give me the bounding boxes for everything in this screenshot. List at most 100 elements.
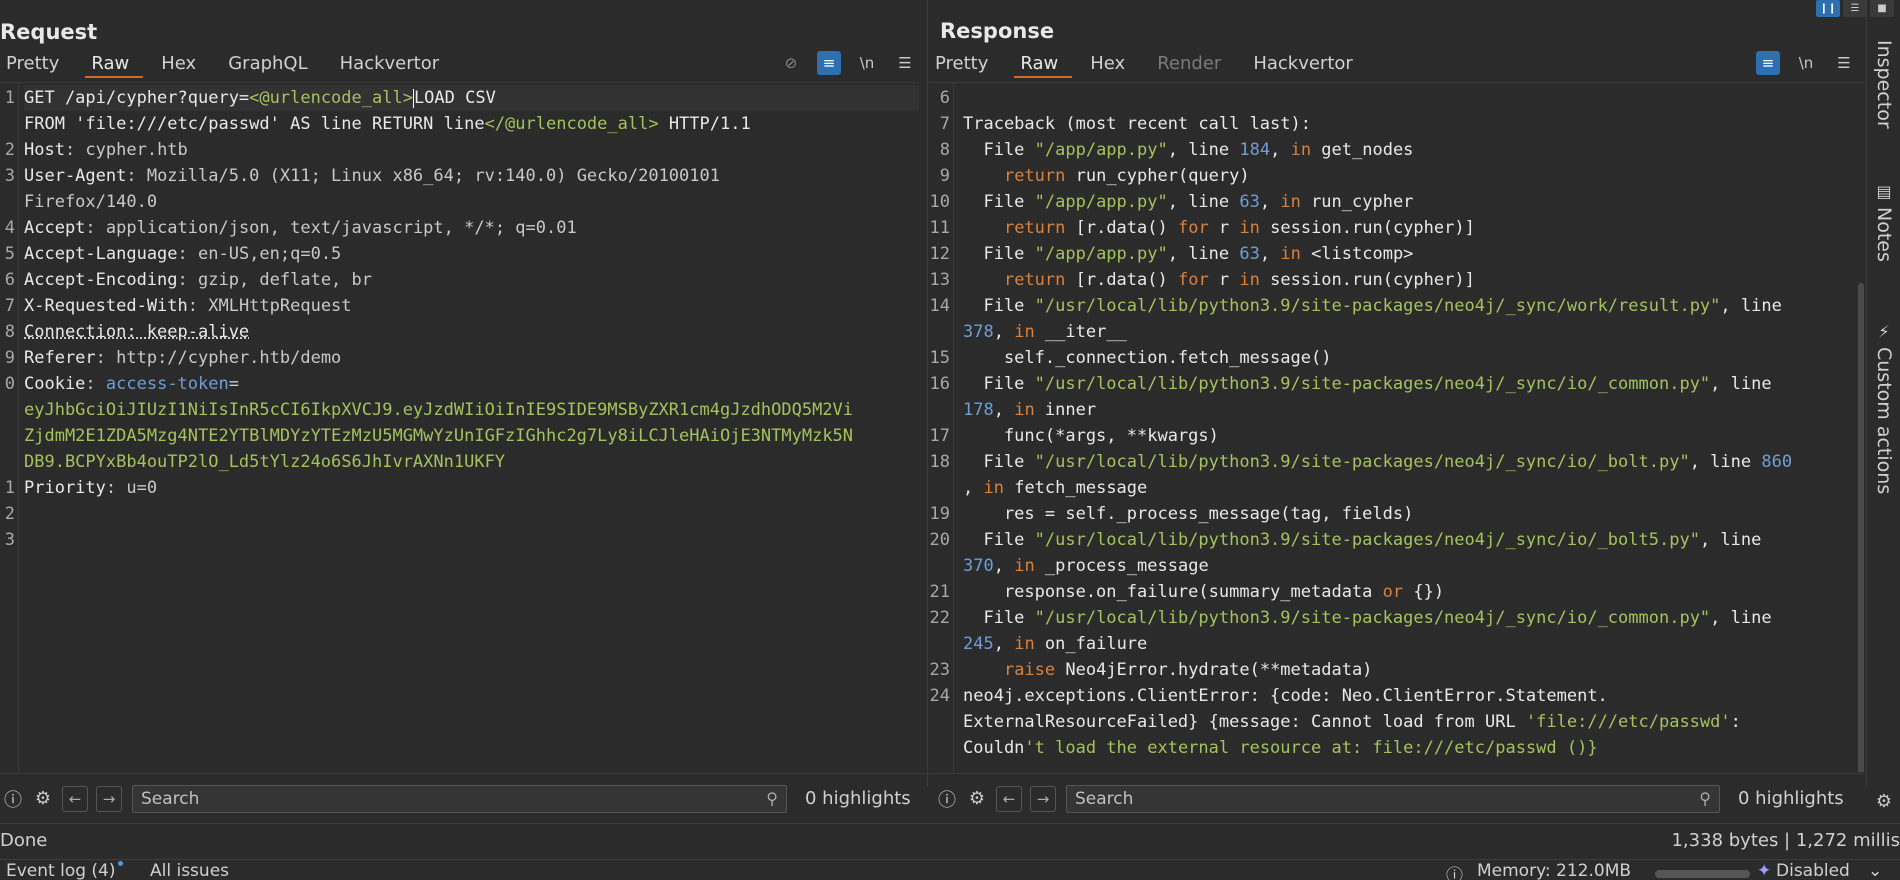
hide-nonprintable-icon[interactable]: ⊘	[779, 51, 803, 75]
code-token: ,	[993, 556, 1015, 576]
tab-graphql[interactable]: GraphQL	[222, 50, 321, 78]
code-line: Firefox/140.0	[24, 189, 157, 215]
line-number: 7	[939, 114, 950, 134]
all-issues-link[interactable]: All issues	[150, 861, 229, 880]
code-line: return run_cypher(query)	[963, 163, 1250, 189]
code-token: in	[1239, 218, 1260, 238]
code-token: in	[1239, 270, 1260, 290]
code-token: Firefox/140.0	[24, 192, 158, 212]
code-token: File	[963, 140, 1035, 160]
request-search-input[interactable]: Search ⚲	[132, 784, 787, 813]
show-newlines-icon[interactable]: \n	[855, 51, 879, 75]
status-bar: Done 1,338 bytes | 1,272 millis	[0, 823, 1900, 859]
code-token: : application/json, text/javascript, */*…	[85, 218, 577, 238]
response-editor[interactable]: 678910111213141516171819202122232425 Tra…	[929, 82, 1866, 772]
code-token: : http://cypher.htb/demo	[95, 348, 342, 368]
code-token: FROM 'file:///etc/passwd' AS line RETURN…	[24, 114, 485, 134]
code-token: X-Requested-With	[24, 296, 188, 316]
search-placeholder: Search	[141, 788, 200, 809]
code-line: neo4j.exceptions.ClientError: {code: Neo…	[963, 683, 1608, 709]
code-token: , line	[1167, 140, 1240, 160]
code-token: neo4j.exceptions.ClientError: {code: Neo…	[963, 686, 1608, 706]
code-token: :	[85, 374, 106, 394]
code-line: FROM 'file:///etc/passwd' AS line RETURN…	[24, 111, 751, 137]
layout-stacked-icon[interactable]: ☰	[1843, 0, 1867, 17]
code-token: in	[1014, 634, 1035, 654]
code-line: raise Neo4jError.hydrate(**metadata)	[963, 657, 1372, 683]
code-token: Cookie	[24, 374, 86, 394]
code-token: 860	[1761, 452, 1793, 472]
code-token: ,	[1259, 192, 1281, 212]
tab-hex[interactable]: Hex	[155, 50, 210, 78]
code-token: File	[963, 374, 1035, 394]
line-number: 2	[4, 504, 15, 524]
show-newlines-icon[interactable]: \n	[1794, 51, 1818, 75]
settings-gear-icon[interactable]: ⚙	[30, 786, 56, 812]
response-highlights-count: 0 highlights	[1738, 788, 1844, 809]
bottom-bar: Event log (4) All issues ⓘ Memory: 212.0…	[0, 859, 1900, 880]
code-token: for	[1177, 270, 1209, 290]
word-wrap-toggle-icon[interactable]: ≡	[1756, 51, 1780, 75]
response-menu-icon[interactable]: ☰	[1832, 51, 1856, 75]
code-token: inner	[1034, 400, 1097, 420]
layout-side-by-side-icon[interactable]: ❙❙	[1816, 0, 1840, 17]
line-number: 0	[4, 374, 15, 394]
code-token: : gzip, deflate, br	[177, 270, 372, 290]
code-token: File	[963, 296, 1035, 316]
tab-raw[interactable]: Raw	[85, 50, 144, 78]
code-token: for	[1177, 218, 1209, 238]
code-line: File "/usr/local/lib/python3.9/site-pack…	[963, 527, 1761, 553]
line-number: 2	[4, 140, 15, 160]
code-token: ,	[1270, 140, 1291, 160]
code-token: in	[1290, 140, 1312, 160]
settings-gear-icon[interactable]: ⚙	[1871, 788, 1897, 814]
code-token: : cypher.htb	[64, 140, 188, 160]
code-token: run_cypher	[1300, 192, 1414, 212]
code-token: Traceback (most recent call last):	[963, 114, 1311, 134]
code-line: return [r.data() for r in session.run(cy…	[963, 267, 1475, 293]
sidebar-tab-inspector[interactable]: Inspector	[1870, 34, 1898, 129]
status-text: Done	[0, 830, 48, 851]
code-token: , line	[1167, 244, 1240, 264]
line-number: 19	[929, 504, 950, 524]
code-line: Priority: u=0	[24, 475, 157, 501]
help-icon[interactable]: ⓘ	[934, 786, 960, 812]
tab-raw[interactable]: Raw	[1014, 50, 1073, 78]
sidebar-tab-notes[interactable]: ▤ Notes	[1870, 182, 1898, 262]
tab-pretty[interactable]: Pretty	[929, 50, 1002, 78]
code-line: ExternalResourceFailed} {message: Cannot…	[963, 709, 1741, 735]
settings-gear-icon[interactable]: ⚙	[964, 786, 990, 812]
event-log-link[interactable]: Event log (4)	[6, 861, 123, 880]
code-token: , line	[1167, 192, 1240, 212]
code-token: r	[1208, 270, 1240, 290]
code-token: __iter__	[1034, 322, 1127, 342]
next-match-button[interactable]: →	[1030, 785, 1056, 812]
previous-match-button[interactable]: ←	[996, 785, 1022, 812]
previous-match-button[interactable]: ←	[62, 785, 88, 812]
ai-status[interactable]: Disabled	[1776, 861, 1850, 880]
code-line: X-Requested-With: XMLHttpRequest	[24, 293, 352, 319]
code-line: Referer: http://cypher.htb/demo	[24, 345, 341, 371]
tab-hackvertor[interactable]: Hackvertor	[1247, 50, 1366, 78]
code-token: : en-US,en;q=0.5	[177, 244, 342, 264]
code-token: 378	[963, 322, 994, 342]
tab-hackvertor[interactable]: Hackvertor	[334, 50, 453, 78]
tab-pretty[interactable]: Pretty	[0, 50, 73, 78]
next-match-button[interactable]: →	[96, 785, 122, 812]
request-menu-icon[interactable]: ☰	[893, 51, 917, 75]
response-search-input[interactable]: Search ⚲	[1066, 784, 1720, 813]
code-token: =	[228, 374, 239, 394]
word-wrap-toggle-icon[interactable]: ≡	[817, 51, 841, 75]
request-editor[interactable]: 1 2 3 4 5 6 7 8 9 0 1 2 3 GET /api/cypher?query=<@ur…	[0, 82, 919, 772]
code-token: Referer	[24, 348, 96, 368]
help-icon[interactable]: ⓘ	[0, 786, 26, 812]
tab-hex[interactable]: Hex	[1084, 50, 1139, 78]
chevron-down-icon[interactable]: ⌄	[1868, 861, 1882, 880]
code-line: File "/usr/local/lib/python3.9/site-pack…	[963, 293, 1781, 319]
code-token: response.on_failure(summary_metadata	[963, 582, 1383, 602]
sidebar-tab-custom-actions[interactable]: ⚡ Custom actions	[1870, 322, 1898, 494]
code-line: func(*args, **kwargs)	[963, 423, 1219, 449]
response-scrollbar[interactable]	[1858, 283, 1864, 772]
code-line: res = self._process_message(tag, fields)	[963, 501, 1413, 527]
layout-tabs-icon[interactable]: ■	[1870, 0, 1894, 17]
